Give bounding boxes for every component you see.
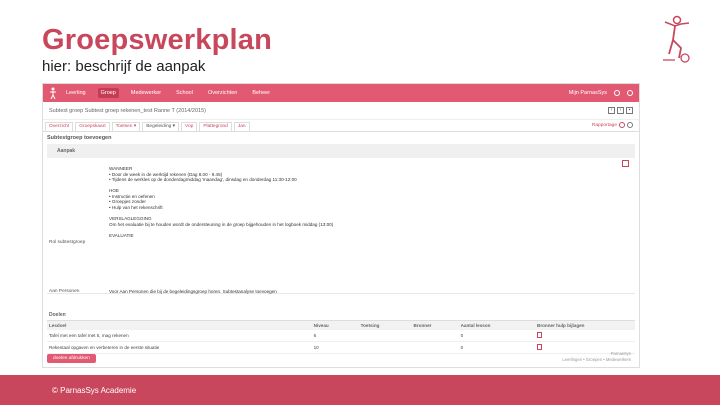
doelen-afdrukken-button[interactable]: doelen afdrukken <box>47 354 96 363</box>
cell-niveau: 10 <box>311 341 359 354</box>
powered-by: ParnasSys <box>610 351 631 356</box>
nav-item-medewerker[interactable]: Medewerker <box>128 88 164 98</box>
page-subheader: Subtest groep Subtest groep rekenen_test… <box>43 102 639 120</box>
nav-item-school[interactable]: School <box>173 88 196 98</box>
cell-aantal: 0 <box>458 330 536 342</box>
tab-bar: Overzicht Groepskaart Toetsen ▾ Begeleid… <box>43 120 639 132</box>
footer-link[interactable]: Leerlingen • Groepen • Medewerkers <box>562 357 631 362</box>
tab-plattegrond[interactable]: Plattegrond <box>199 122 232 131</box>
prev-icon[interactable]: ‹ <box>608 107 615 114</box>
nav-item-beheer[interactable]: Beheer <box>249 88 273 98</box>
col-header: Toetsing <box>358 321 412 330</box>
slide-footer-bar: © ParnasSys Academie <box>0 375 720 405</box>
aan-label: Aan Personen <box>49 289 80 294</box>
cell-bronner <box>411 330 459 342</box>
tab-vop[interactable]: Vop <box>181 122 198 131</box>
cell-lesdoel: Tafel met een tafel met 5, mag rekenen <box>47 330 312 342</box>
col-header: Lesdoel <box>47 321 312 330</box>
cell-toetsing <box>358 330 412 342</box>
logout-icon[interactable] <box>627 90 633 96</box>
group-title: Subtest groep Subtest groep rekenen_test… <box>49 107 206 114</box>
tab-overzicht[interactable]: Overzicht <box>45 122 74 131</box>
cell-aantal: 0 <box>458 341 536 354</box>
cell-niveau: 6 <box>311 330 359 342</box>
plan-line: EVALUATIE <box>109 232 134 238</box>
rapportage-link[interactable]: Rapportage <box>592 123 617 128</box>
doelen-table: Lesdoel Niveau Toetsing Bronner Aantal l… <box>47 321 635 354</box>
col-header: Bronner hulp bijlagen <box>535 321 635 330</box>
document-icon[interactable] <box>537 344 543 350</box>
section-title: Subtestgroep toevoegen <box>47 135 112 141</box>
next-icon[interactable]: › <box>617 107 624 114</box>
nav-item-overzichten[interactable]: Overzichten <box>205 88 240 98</box>
copyright-text: © ParnasSys Academie <box>52 385 137 395</box>
settings-icon[interactable] <box>619 122 625 128</box>
tab-begeleiding[interactable]: Begeleiding ▾ <box>142 122 180 131</box>
cell-toetsing <box>358 341 412 354</box>
top-navbar: Leerling Groep Medewerker School Overzic… <box>43 84 639 102</box>
app-screenshot: Leerling Groep Medewerker School Overzic… <box>42 83 640 368</box>
slide-subtitle: hier: beschrijf de aanpak <box>42 58 206 75</box>
doelen-title: Doelen <box>47 310 635 321</box>
mijn-parnassys-link[interactable]: Mijn ParnasSys <box>569 90 607 96</box>
rol-label: Rol subtestgroep <box>49 240 86 245</box>
tab-groepskaart[interactable]: Groepskaart <box>75 122 110 131</box>
info-icon[interactable] <box>627 122 633 128</box>
table-row[interactable]: Tafel met een tafel met 5, mag rekenen 6… <box>47 330 635 342</box>
nav-item-groep[interactable]: Groep <box>97 88 119 98</box>
col-header: Aantal lesson <box>458 321 536 330</box>
doelen-section: Doelen Lesdoel Niveau Toetsing Bronner A… <box>47 310 635 354</box>
edit-doc-icon[interactable] <box>537 332 543 338</box>
parnassys-logo-icon <box>663 15 690 63</box>
cell-lesdoel: Rekentaal opgaven en verbeteren in de ee… <box>47 341 312 354</box>
cell-bronner <box>411 341 459 354</box>
plan-text: WANNEER • Door de week in de werktijd re… <box>109 166 609 238</box>
tab-jan[interactable]: Jan <box>233 122 250 131</box>
aan-text: Voor Aan Personen die bij de begeleiding… <box>109 289 277 294</box>
aanpak-content: WANNEER • Door de week in de werktijd re… <box>47 158 635 294</box>
aanpak-header: Aanpak <box>47 144 635 158</box>
print-icon[interactable]: ▪ <box>626 107 633 114</box>
edit-icon[interactable] <box>622 160 629 167</box>
col-header: Niveau <box>311 321 359 330</box>
nav-item-leerling[interactable]: Leerling <box>63 88 89 98</box>
app-footer: ParnasSys Leerlingen • Groepen • Medewer… <box>562 351 631 362</box>
table-row[interactable]: Rekentaal opgaven en verbeteren in de ee… <box>47 341 635 354</box>
help-icon[interactable] <box>614 90 620 96</box>
app-logo-icon[interactable] <box>49 87 57 99</box>
col-header: Bronner <box>411 321 459 330</box>
tab-toetsen[interactable]: Toetsen ▾ <box>111 122 141 131</box>
slide-title: Groepswerkplan <box>42 24 273 56</box>
